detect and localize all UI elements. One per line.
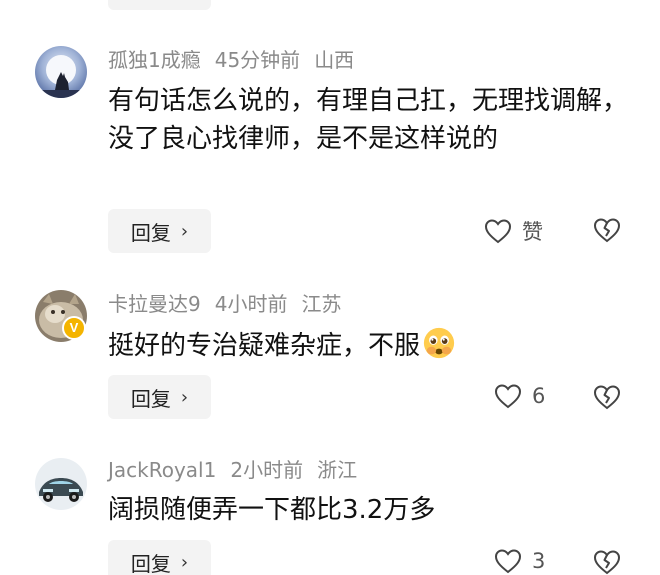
heart-outline-icon [494, 384, 522, 409]
dislike-button[interactable] [593, 548, 621, 575]
reply-button[interactable]: 回复 › [108, 375, 211, 419]
dislike-button[interactable] [593, 383, 621, 411]
previous-reply-button[interactable] [108, 0, 211, 10]
wolf-moon-avatar-icon [35, 46, 87, 98]
comment-meta: JackRoyal1 2小时前 浙江 [108, 457, 371, 483]
broken-heart-icon [593, 218, 621, 243]
heart-outline-icon [484, 219, 512, 244]
comment-text: 挺好的专治疑难杂症，不服 [108, 331, 421, 361]
location: 山西 [314, 48, 355, 72]
reply-label: 回复 [130, 386, 171, 411]
like-button[interactable]: 赞 [484, 216, 543, 246]
timestamp: 4小时前 [214, 292, 288, 316]
comment-text: 有句话怎么说的，有理自己扛，无理找调解，没了良心找律师，是不是这样说的 [108, 86, 629, 154]
broken-heart-icon [593, 550, 621, 575]
dislike-button[interactable] [593, 216, 621, 244]
comment-text-wrapper: 挺好的专治疑难杂症，不服 [108, 326, 628, 365]
reply-label: 回复 [130, 551, 171, 575]
heart-outline-icon [494, 549, 522, 574]
username[interactable]: JackRoyal1 [108, 458, 216, 482]
reply-button[interactable]: 回复 › [108, 209, 211, 253]
like-count: 3 [532, 549, 546, 573]
username[interactable]: 卡拉曼达9 [108, 292, 201, 316]
avatar[interactable] [35, 458, 87, 510]
sports-car-avatar-icon [35, 458, 87, 510]
chevron-right-icon: › [180, 551, 189, 573]
like-button[interactable]: 6 [494, 383, 545, 409]
reply-button[interactable]: 回复 › [108, 540, 211, 575]
username[interactable]: 孤独1成瘾 [108, 48, 201, 72]
timestamp: 2小时前 [230, 458, 304, 482]
comment-meta: 孤独1成瘾 45分钟前 山西 [108, 47, 368, 73]
verified-badge: V [62, 316, 86, 340]
avatar[interactable] [35, 46, 87, 98]
chevron-right-icon: › [180, 220, 189, 242]
like-count: 6 [532, 384, 546, 408]
timestamp: 45分钟前 [214, 48, 301, 72]
pleading-face-emoji-icon [423, 327, 455, 359]
like-label: 赞 [522, 220, 543, 244]
location: 浙江 [317, 458, 358, 482]
comment-text: 阔损随便弄一下都比3.2万多 [108, 495, 436, 525]
like-button[interactable]: 3 [494, 548, 545, 574]
broken-heart-icon [593, 385, 621, 410]
comment-meta: 卡拉曼达9 4小时前 江苏 [108, 291, 355, 317]
reply-label: 回复 [130, 220, 171, 245]
location: 江苏 [301, 292, 342, 316]
chevron-right-icon: › [180, 386, 189, 408]
